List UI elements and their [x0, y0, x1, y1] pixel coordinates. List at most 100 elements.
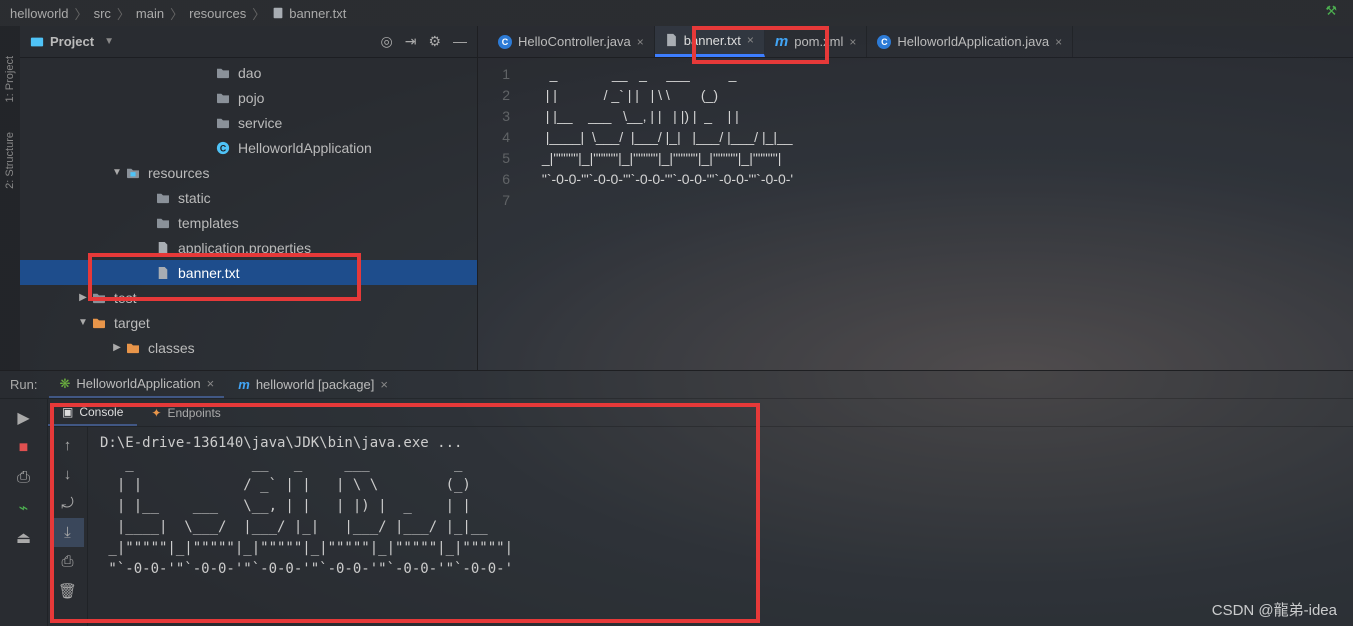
- run-panel: Run: ❋ HelloworldApplication × m hellowo…: [0, 370, 1353, 626]
- run-tab-label: helloworld [package]: [256, 377, 375, 392]
- exit-icon[interactable]: ⏏: [4, 523, 44, 553]
- tree-item-static[interactable]: static: [20, 185, 477, 210]
- tree-item-classes[interactable]: ▶classes: [20, 335, 477, 360]
- endpoints-icon: ✦: [151, 406, 161, 420]
- line-number: 6: [478, 169, 510, 190]
- up-icon[interactable]: ↑: [52, 431, 84, 460]
- crumb-resources[interactable]: resources: [189, 6, 246, 21]
- line-number: 5: [478, 148, 510, 169]
- close-icon[interactable]: ×: [207, 376, 215, 391]
- locate-icon[interactable]: ◎: [380, 33, 392, 50]
- camera-icon[interactable]: ⎙: [4, 463, 44, 493]
- breadcrumb: helloworld 〉 src 〉 main 〉 resources 〉 ba…: [0, 0, 1353, 26]
- file-icon: [154, 241, 172, 255]
- console-tab-label: Console: [79, 405, 123, 419]
- chevron-right-icon: 〉: [117, 4, 130, 23]
- line-gutter: 1234567: [478, 58, 518, 370]
- crumb-main[interactable]: main: [136, 6, 164, 21]
- down-icon[interactable]: ↓: [52, 460, 84, 489]
- close-icon[interactable]: ×: [849, 35, 856, 49]
- run-tab-app[interactable]: ❋ HelloworldApplication ×: [49, 371, 224, 398]
- stop-icon[interactable]: ■: [4, 433, 44, 463]
- tree-item-templates[interactable]: templates: [20, 210, 477, 235]
- crumb-file[interactable]: banner.txt: [289, 6, 346, 21]
- folder-orange-icon: [90, 317, 108, 329]
- maven-icon: m: [238, 377, 250, 392]
- chevron-right-icon: 〉: [75, 4, 88, 23]
- folder-res-icon: [124, 167, 142, 179]
- tree-item-pojo[interactable]: pojo: [20, 85, 477, 110]
- folder-icon: [214, 67, 232, 79]
- editor-code[interactable]: _ __ _ ___ _ | | / _` | | | \ \ (_) | |_…: [518, 58, 793, 370]
- gutter-structure[interactable]: 2: Structure: [4, 132, 16, 189]
- txt-icon: [665, 33, 678, 47]
- editor-tab-pom-xml[interactable]: mpom.xml×: [765, 26, 867, 57]
- bug-icon[interactable]: ⌁: [4, 493, 44, 523]
- editor-tab-banner-txt[interactable]: banner.txt ×: [655, 26, 765, 57]
- crumb-root[interactable]: helloworld: [10, 6, 69, 21]
- tree-arrow-icon[interactable]: ▼: [110, 167, 124, 178]
- folder-icon: [90, 292, 108, 304]
- tree-label: static: [178, 190, 211, 206]
- close-icon[interactable]: ×: [380, 377, 388, 392]
- run-subtabs: ▣ Console ✦ Endpoints: [48, 399, 1353, 427]
- close-icon[interactable]: ×: [637, 35, 644, 49]
- gear-icon[interactable]: ⚙: [428, 33, 441, 50]
- endpoints-tab-label: Endpoints: [167, 406, 220, 420]
- run-tab-label: HelloworldApplication: [76, 376, 200, 391]
- tree-label: service: [238, 115, 282, 131]
- close-icon[interactable]: ×: [747, 33, 754, 47]
- chevron-right-icon: 〉: [170, 4, 183, 23]
- file-icon: [154, 266, 172, 280]
- tree-arrow-icon[interactable]: ▶: [76, 292, 90, 303]
- rerun-icon[interactable]: ▶: [4, 403, 44, 433]
- spring-icon: ❋: [59, 376, 70, 392]
- sidebar-header: Project ▼ ◎ ⇥ ⚙ —: [20, 26, 477, 58]
- tree-item-banner-txt[interactable]: banner.txt: [20, 260, 477, 285]
- tab-label: banner.txt: [684, 33, 741, 48]
- sidebar-title[interactable]: Project ▼: [30, 34, 380, 49]
- run-tab-package[interactable]: m helloworld [package] ×: [228, 371, 398, 398]
- tab-label: pom.xml: [794, 34, 843, 49]
- gutter-project[interactable]: 1: Project: [4, 56, 16, 102]
- line-number: 3: [478, 106, 510, 127]
- editor-tab-hellocontroller-java[interactable]: CHelloController.java×: [488, 26, 655, 57]
- tree-item-dao[interactable]: dao: [20, 60, 477, 85]
- java-icon: C: [877, 35, 891, 49]
- line-number: 4: [478, 127, 510, 148]
- tree-item-service[interactable]: service: [20, 110, 477, 135]
- console-output[interactable]: D:\E-drive-136140\java\JDK\bin\java.exe …: [88, 427, 1353, 626]
- folder-icon: [154, 192, 172, 204]
- line-number: 7: [478, 190, 510, 211]
- build-icon[interactable]: ⚒: [1325, 3, 1337, 19]
- tree-arrow-icon[interactable]: ▼: [76, 317, 90, 328]
- project-tree[interactable]: daopojo service CHelloworldApplication▼res…: [20, 58, 477, 370]
- tree-item-test[interactable]: ▶test: [20, 285, 477, 310]
- svg-text:C: C: [220, 143, 227, 153]
- editor-tab-helloworldapplication-java[interactable]: CHelloworldApplication.java×: [867, 26, 1073, 57]
- print-icon[interactable]: ⎙: [52, 547, 84, 576]
- scroll-end-icon[interactable]: ⤓: [52, 518, 84, 547]
- hide-icon[interactable]: —: [453, 33, 467, 50]
- trash-icon[interactable]: 🗑: [52, 576, 84, 605]
- tree-item-target[interactable]: ▼ target: [20, 310, 477, 335]
- tree-arrow-icon[interactable]: ▶: [110, 342, 124, 353]
- wrap-icon[interactable]: ⤾: [52, 489, 84, 518]
- collapse-icon[interactable]: ⇥: [405, 33, 417, 50]
- line-number: 1: [478, 64, 510, 85]
- editor-body[interactable]: 1234567 _ __ _ ___ _ | | / _` | | | \ \ …: [478, 58, 1353, 370]
- crumb-src[interactable]: src: [94, 6, 111, 21]
- sidebar-title-text: Project: [50, 34, 94, 49]
- left-toolwindow-gutter: 1: Project 2: Structure: [0, 26, 20, 370]
- tree-item-resources[interactable]: ▼resources: [20, 160, 477, 185]
- run-header: Run: ❋ HelloworldApplication × m hellowo…: [0, 371, 1353, 399]
- tree-item-helloworldapplication[interactable]: CHelloworldApplication: [20, 135, 477, 160]
- tree-label: application.properties: [178, 240, 311, 256]
- folder-icon: [154, 217, 172, 229]
- tree-item-application-properties[interactable]: application.properties: [20, 235, 477, 260]
- console-tab[interactable]: ▣ Console: [48, 399, 137, 426]
- close-icon[interactable]: ×: [1055, 35, 1062, 49]
- tree-label: banner.txt: [178, 265, 240, 281]
- tree-label: target: [114, 315, 150, 331]
- endpoints-tab[interactable]: ✦ Endpoints: [137, 399, 234, 426]
